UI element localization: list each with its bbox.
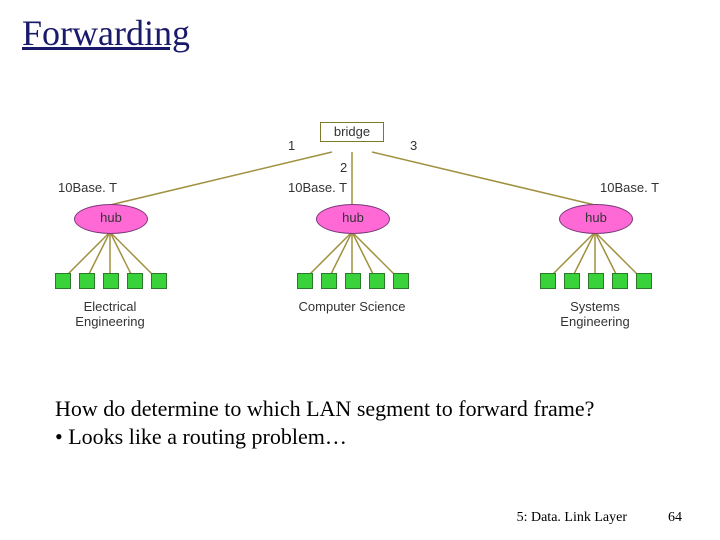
host-node xyxy=(540,273,556,289)
host-node xyxy=(127,273,143,289)
page-number: 64 xyxy=(668,510,682,526)
link-tech-mid: 10Base. T xyxy=(288,180,347,195)
host-node xyxy=(103,273,119,289)
slide-title: Forwarding xyxy=(22,12,190,54)
link-tech-left: 10Base. T xyxy=(58,180,117,195)
host-node xyxy=(79,273,95,289)
host-node xyxy=(345,273,361,289)
host-node xyxy=(297,273,313,289)
host-node xyxy=(612,273,628,289)
question-line: How do determine to which LAN segment to… xyxy=(55,395,655,423)
hub-mid: hub xyxy=(316,204,390,234)
host-node xyxy=(393,273,409,289)
host-node xyxy=(55,273,71,289)
hub-left: hub xyxy=(74,204,148,234)
footer-section: 5: Data. Link Layer xyxy=(517,510,627,526)
network-diagram: bridge 1 2 3 10Base. T 10Base. T 10Base.… xyxy=(40,120,680,380)
port-1-label: 1 xyxy=(288,138,295,153)
host-node xyxy=(369,273,385,289)
port-3-label: 3 xyxy=(410,138,417,153)
host-node xyxy=(636,273,652,289)
dept-se-label: Systems Engineering xyxy=(540,300,650,330)
host-node xyxy=(151,273,167,289)
body-text: How do determine to which LAN segment to… xyxy=(55,395,655,451)
host-node xyxy=(588,273,604,289)
port-2-label: 2 xyxy=(340,160,347,175)
bridge-node: bridge xyxy=(320,122,384,142)
host-node xyxy=(321,273,337,289)
bullet-line: • Looks like a routing problem… xyxy=(55,423,655,451)
link-tech-right: 10Base. T xyxy=(600,180,659,195)
dept-cs-label: Computer Science xyxy=(297,300,407,315)
dept-ee-label: Electrical Engineering xyxy=(55,300,165,330)
diagram-lines xyxy=(40,120,680,380)
hub-right: hub xyxy=(559,204,633,234)
host-node xyxy=(564,273,580,289)
